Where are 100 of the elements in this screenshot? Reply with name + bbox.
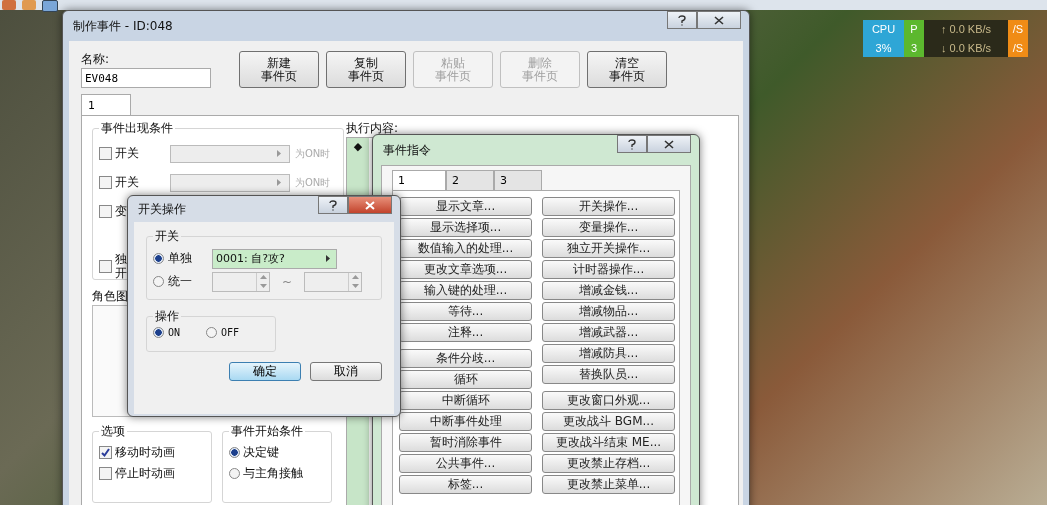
radio-button[interactable]	[153, 253, 164, 264]
command-button[interactable]: 循环	[399, 370, 532, 389]
range-separator: ~	[282, 274, 293, 289]
checkbox-label: 移动时动画	[115, 444, 175, 461]
command-button[interactable]: 增减金钱...	[542, 281, 675, 300]
close-button[interactable]	[348, 196, 392, 214]
command-button[interactable]: 增减武器...	[542, 323, 675, 342]
close-button[interactable]	[697, 11, 741, 29]
checkbox[interactable]	[99, 205, 112, 218]
checkbox-label: 变	[115, 203, 127, 220]
command-button[interactable]: 替换队员...	[542, 365, 675, 384]
monitor-text: 3	[910, 41, 918, 54]
spin-field[interactable]	[304, 271, 363, 292]
checkbox[interactable]	[99, 467, 112, 480]
event-page-button[interactable]: 复制 事件页	[326, 51, 406, 88]
help-button[interactable]	[667, 11, 697, 29]
arrow-right-icon	[326, 255, 330, 262]
command-button[interactable]: 数值输入的处理...	[399, 239, 532, 258]
command-button[interactable]: 中断事件处理	[399, 412, 532, 431]
spin-field[interactable]	[212, 271, 270, 292]
commands-tab[interactable]: 2	[446, 170, 494, 190]
command-button[interactable]: 变量操作...	[542, 218, 675, 237]
help-icon	[329, 199, 337, 211]
command-button[interactable]: 计时器操作...	[542, 260, 675, 279]
command-button[interactable]: 输入键的处理...	[399, 281, 532, 300]
commands-tab[interactable]: 1	[392, 170, 446, 190]
switch-dropdown[interactable]: 0001: 自?攻?	[212, 248, 337, 269]
ok-button[interactable]: 确定	[229, 362, 301, 381]
switch-dropdown[interactable]	[170, 173, 290, 192]
condition-suffix: 为ON时	[295, 146, 331, 161]
spin-down-icon[interactable]	[259, 284, 267, 288]
commands-tab[interactable]: 3	[494, 170, 542, 190]
contents-label: 执行内容:	[346, 120, 400, 137]
checkbox[interactable]	[99, 446, 112, 459]
command-button[interactable]: 更改文章选项...	[399, 260, 532, 279]
command-button[interactable]: 更改战斗结束 ME...	[542, 433, 675, 452]
window-title: 制作事件 - ID:048	[73, 17, 173, 35]
checkbox-label: 开关	[115, 145, 139, 162]
command-button[interactable]: 更改窗口外观...	[542, 391, 675, 410]
checkbox[interactable]	[99, 147, 112, 160]
command-button[interactable]: 更改禁止存档...	[542, 454, 675, 473]
spin-up-icon[interactable]	[259, 275, 267, 279]
window-title: 事件指令	[383, 141, 431, 159]
event-page-button[interactable]: 新建 事件页	[239, 51, 319, 88]
command-button[interactable]: 暂时消除事件	[399, 433, 532, 452]
close-icon	[664, 139, 674, 149]
group-title: 操作	[154, 308, 180, 325]
cancel-button[interactable]: 取消	[310, 362, 382, 381]
help-button[interactable]	[617, 135, 647, 153]
help-icon	[678, 14, 686, 26]
name-field[interactable]: EV048	[81, 68, 211, 88]
monitor-text: /S	[1012, 23, 1024, 36]
checkbox-label: 停止时动画	[115, 465, 175, 482]
command-button[interactable]: 显示文章...	[399, 197, 532, 216]
command-button[interactable]: 更改战斗 BGM...	[542, 412, 675, 431]
radio-label: 决定键	[243, 444, 279, 461]
checkbox-label: 开关	[115, 174, 139, 191]
command-button[interactable]: 公共事件...	[399, 454, 532, 473]
radio-button[interactable]	[153, 327, 164, 338]
radio-label: ON	[168, 327, 181, 338]
radio-button[interactable]	[229, 468, 240, 479]
spin-down-icon[interactable]	[351, 284, 359, 288]
command-button[interactable]: 更改禁止菜单...	[542, 475, 675, 494]
radio-label: 单独	[168, 250, 193, 267]
command-button[interactable]: 开关操作...	[542, 197, 675, 216]
page-tab[interactable]: 1	[81, 94, 131, 115]
cpu-value: 3%	[875, 41, 892, 54]
command-button[interactable]: 标签...	[399, 475, 532, 494]
command-button[interactable]: 注释...	[399, 323, 532, 342]
upload-speed: ↑ 0.0 KB/s	[940, 23, 992, 36]
close-button[interactable]	[647, 135, 691, 153]
monitor-text: /S	[1012, 41, 1024, 54]
arrow-right-icon	[277, 150, 281, 157]
command-button[interactable]: 显示选择项...	[399, 218, 532, 237]
window-title: 开关操作	[138, 200, 186, 218]
close-icon	[365, 200, 375, 210]
condition-suffix: 为ON时	[295, 175, 331, 190]
group-title: 事件开始条件	[230, 423, 304, 440]
radio-label: 与主角接触	[243, 465, 303, 482]
download-speed: ↓ 0.0 KB/s	[940, 41, 992, 54]
group-title: 选项	[100, 423, 126, 440]
command-button[interactable]: 增减防具...	[542, 344, 675, 363]
command-button[interactable]: 增减物品...	[542, 302, 675, 321]
command-button[interactable]: 等待...	[399, 302, 532, 321]
command-button[interactable]: 独立开关操作...	[542, 239, 675, 258]
event-page-button[interactable]: 清空 事件页	[587, 51, 667, 88]
radio-label: 统一	[168, 273, 193, 290]
radio-button[interactable]	[229, 447, 240, 458]
radio-label: OFF	[221, 327, 240, 338]
close-icon	[714, 15, 724, 25]
command-button[interactable]: 条件分歧...	[399, 349, 532, 368]
name-label: 名称:	[81, 51, 111, 68]
radio-button[interactable]	[153, 276, 164, 287]
radio-button[interactable]	[206, 327, 218, 338]
checkbox[interactable]	[99, 260, 112, 273]
command-button[interactable]: 中断循环	[399, 391, 532, 410]
checkbox[interactable]	[99, 176, 112, 189]
spin-up-icon[interactable]	[351, 275, 359, 279]
switch-dropdown[interactable]	[170, 144, 290, 163]
help-button[interactable]	[318, 196, 348, 214]
